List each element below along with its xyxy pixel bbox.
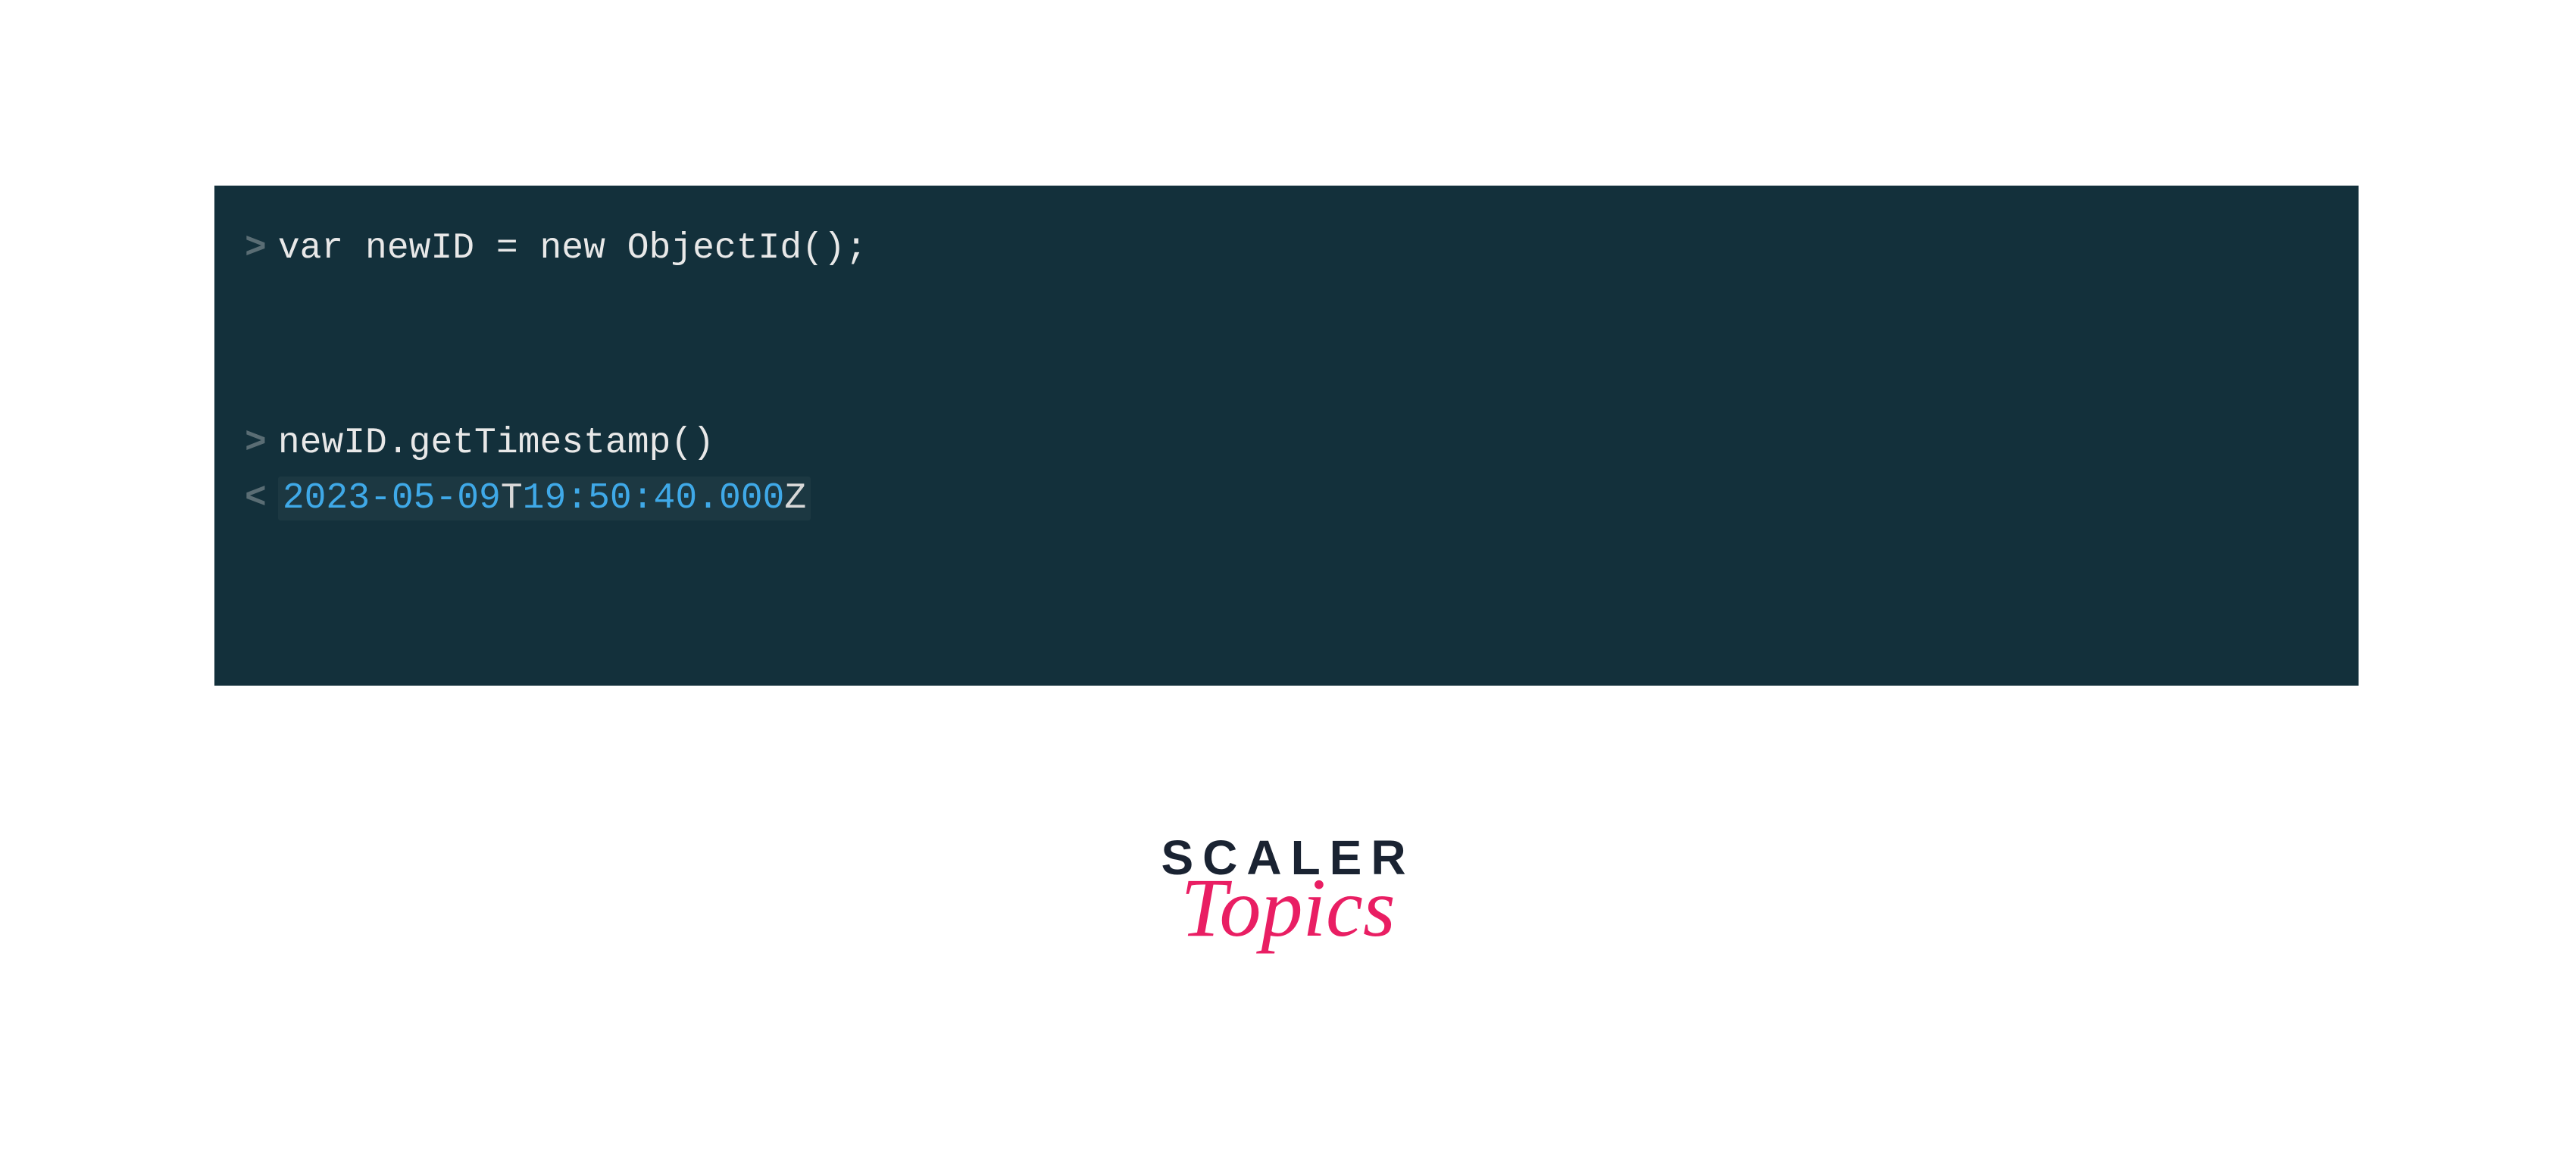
- input-line-1: > var newID = new ObjectId();: [245, 223, 2328, 274]
- input-line-2: > newID.getTimestamp(): [245, 418, 2328, 469]
- hour-value: 19: [523, 478, 567, 519]
- code-line-2: newID.getTimestamp(): [278, 418, 714, 469]
- z-suffix: Z: [784, 478, 806, 519]
- t-separator: T: [501, 478, 523, 519]
- logo-topics-text: Topics: [1161, 870, 1415, 946]
- prompt-in-icon: >: [245, 223, 267, 274]
- colon-2: :: [632, 478, 654, 519]
- spacer: [245, 282, 2328, 418]
- terminal-console[interactable]: > var newID = new ObjectId(); > newID.ge…: [214, 186, 2359, 686]
- dot: .: [697, 478, 719, 519]
- timestamp-output: 2023-05-09T19:50:40.000Z: [278, 477, 811, 520]
- output-line: < 2023-05-09T19:50:40.000Z: [245, 477, 2328, 520]
- second-value: 40: [654, 478, 698, 519]
- date-value: 2023-05-09: [283, 478, 501, 519]
- prompt-out-icon: <: [245, 478, 267, 519]
- scaler-topics-logo: SCALER Topics: [1161, 833, 1415, 946]
- minute-value: 50: [588, 478, 632, 519]
- code-line-1: var newID = new ObjectId();: [278, 223, 868, 274]
- colon-1: :: [566, 478, 588, 519]
- ms-value: 000: [719, 478, 784, 519]
- prompt-in-icon: >: [245, 418, 267, 469]
